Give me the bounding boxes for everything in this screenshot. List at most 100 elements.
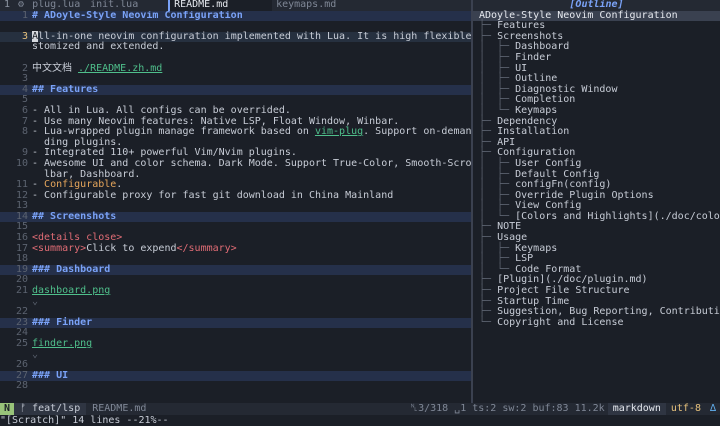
line-number: 3 [21,30,28,42]
editor-line[interactable]: 23 ### Finder [0,316,471,329]
editor-line[interactable]: 14 ## Screenshots [0,210,471,223]
outline-item-label: Keymaps [515,242,558,254]
line-text: lbar, Dashboard. [32,168,141,180]
tree-guide: │ ├─ [479,242,516,254]
line-text: - Lua-wrapped plugin manage framework ba… [32,126,315,138]
fileformat-icon: ∆ [709,403,716,414]
outline-item-label: Outline [515,73,558,85]
outline-item-label: User Config [515,157,582,169]
markdown-heading: ### Finder [32,316,93,328]
outline-item[interactable]: └─ Copyright and License [473,316,720,329]
outline-item-label: Installation [497,126,570,138]
editor-line[interactable]: 1 # ADoyle-Style Neovim Configuration [0,10,471,22]
outline-item-label: ADoyle-Style Neovim Configuration [479,9,678,21]
outline-item-label: NOTE [497,221,522,233]
tabline-gear-icon[interactable]: ⚙ [14,0,28,11]
editor-line[interactable]: 12- Configurable proxy for fast git down… [0,189,471,202]
editor-line[interactable]: 27 ### UI [0,370,471,382]
tree-guide: ├─ [479,221,498,233]
line-number: 10 [15,157,28,169]
outline-pane[interactable]: [Outline] ADoyle-Style Neovim Configurat… [473,0,720,403]
html-tag: <details close> [32,232,123,244]
line-text: . [116,179,123,191]
line-text: 中文文档 [32,62,79,74]
file-size: 11.2k [574,403,605,414]
outline-item-label: Finder [515,51,552,63]
tab-init-lua[interactable]: init.lua [86,0,168,11]
fold-marker: ⌄ [32,295,39,307]
tree-guide: │ ├─ [479,41,516,53]
editor-line[interactable]: 25 finder.png [0,338,471,350]
editor-line[interactable]: 28 [0,381,471,392]
tab-keymaps-md[interactable]: keymaps.md [272,0,370,11]
tree-guide: │ ├─ [479,73,516,85]
tab-plug-lua[interactable]: plug.lua [28,0,86,11]
editor-line[interactable]: ⌄ [0,349,471,361]
tree-guide: ├─ [479,126,498,138]
tree-guide: └─ [479,316,498,328]
emphasis-text: Configurable [44,179,117,191]
outline-item-label: Project File Structure [497,285,630,297]
markdown-link[interactable]: finder.png [32,338,92,349]
line-text: - All in Lua. All configs can be overrid… [32,104,291,116]
outline-item-label: Dependency [497,115,558,127]
markdown-link[interactable]: vim-plug [315,126,363,137]
tabline-number: 1 [4,0,11,10]
outline-item-label: Keymaps [515,104,558,116]
outline-item-label: Usage [497,232,528,244]
editor-pane[interactable]: 1 # ADoyle-Style Neovim Configuration 3 All… [0,10,471,403]
tree-guide: │ ├─ [479,157,516,169]
line-text: - [32,179,45,191]
line-number: 6 [21,104,28,116]
markdown-heading: # ADoyle-Style Neovim Configuration [32,10,243,21]
outline-item-label: [Colors and Highlights](./doc/colors.md) [515,210,720,222]
tree-guide: │ ├─ [479,253,516,265]
tree-guide: ├─ [479,147,498,159]
tree-guide: │ ├─ [479,168,516,180]
markdown-heading: ## Screenshots [32,210,117,222]
command-line[interactable]: "[Scratch]" 14 lines --21%-- [0,415,720,426]
line-text: stomized and extended. [32,41,165,53]
outline-item-label: Completion [515,94,576,106]
tree-guide: ├─ [479,285,498,297]
editor-line[interactable]: 4 ## Features [0,83,471,96]
git-branch: ᚠ feat/lsp [14,403,87,415]
line-text: - Use many Neovim features: Native LSP, … [32,115,400,127]
line-number: 8 [21,126,28,138]
tree-guide: │ ├─ [479,94,516,106]
line-text: ding plugins. [32,136,123,148]
outline-item-label: Copyright and License [497,316,624,328]
tree-guide: ├─ [479,115,498,127]
outline-item-label: configFn(config) [515,179,612,191]
markdown-heading: ### Dashboard [32,263,111,275]
outline-item-label: LSP [515,253,534,265]
statusline: N ᚠ feat/lsp README.md ␤3/318 ␣1 ts:2 sw… [0,403,720,415]
markdown-link[interactable]: ./README.zh.md [78,63,162,74]
tree-guide: ├─ [479,274,498,286]
line-number: 1 [21,10,28,21]
markdown-heading: ## Features [32,83,99,95]
markdown-link[interactable]: dashboard.png [32,285,110,296]
editor-line[interactable]: 26 [0,360,471,371]
editor-line[interactable]: 2 中文文档 ./README.zh.md [0,62,471,75]
editor-line[interactable]: stomized and extended. [0,42,471,53]
editor-line[interactable]: ⌄ [0,295,471,308]
line-number: 25 [15,338,28,349]
editor-line[interactable]: 21 dashboard.png [0,285,471,297]
tree-guide: │ ├─ [479,200,516,212]
line-text: - Awesome UI and color schema. Dark Mode… [32,157,471,169]
tree-guide: ├─ [479,232,498,244]
outline-item-label: UI [515,62,528,74]
line-text: - Configurable proxy for fast git downlo… [32,189,394,201]
editor-line[interactable]: 17 <summary>Click to expend</summary> [0,242,471,255]
tree-guide: ├─ [479,20,498,32]
line-text: ll-in-one neovim configuration implement… [38,30,471,42]
cursor-position: ␤3/318 ␣1 ts:2 sw:2 buf:83 [410,403,569,414]
editor-line[interactable]: 19 ### Dashboard [0,263,471,276]
outline-item-label: View Config [515,200,582,212]
outline-item-label: Dashboard [515,41,570,53]
tab-readme-md[interactable]: README.md [168,0,273,11]
outline-item-label: Suggestion, Bug Reporting, Contributing [497,306,720,318]
outline-item-label: Configuration [497,147,576,159]
html-tag: </summary> [176,242,237,254]
